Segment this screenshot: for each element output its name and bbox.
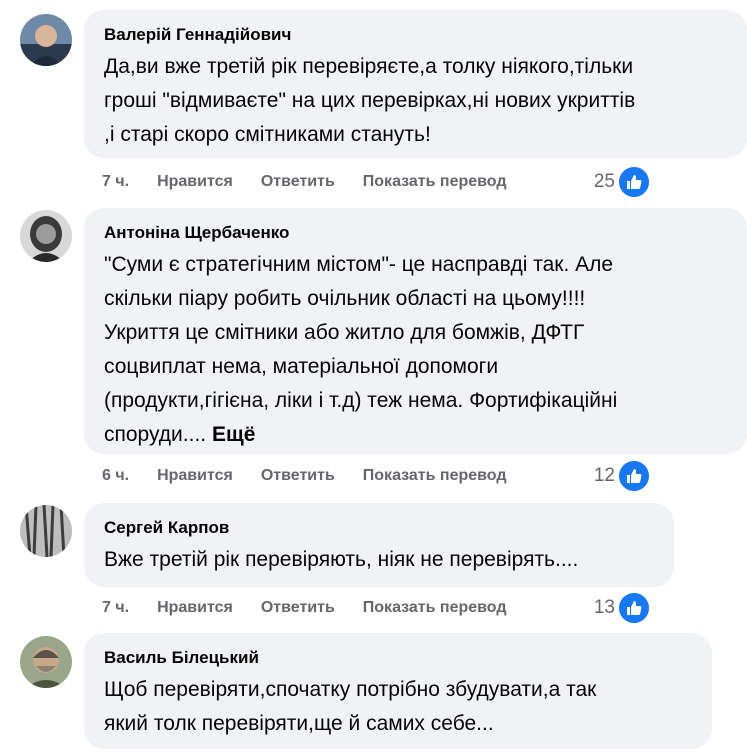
translate-button[interactable]: Показать перевод	[363, 599, 507, 617]
comment-actions: 7 ч. Нравится Ответить Показать перевод	[102, 596, 535, 620]
like-button[interactable]: Нравится	[157, 467, 233, 485]
reply-button[interactable]: Ответить	[261, 173, 335, 191]
reaction-number: 25	[593, 171, 615, 192]
thumbs-up-icon	[617, 591, 651, 625]
comment-time[interactable]: 7 ч.	[102, 599, 129, 617]
see-more-link[interactable]: Ещё	[212, 423, 255, 446]
comment-time[interactable]: 6 ч.	[102, 467, 129, 485]
avatar[interactable]	[20, 636, 72, 688]
comment-actions: 7 ч. Нравится Ответить Показать перевод	[102, 170, 535, 194]
reaction-count[interactable]: 12	[593, 459, 651, 493]
reaction-number: 12	[593, 465, 615, 486]
avatar[interactable]	[20, 14, 72, 66]
comment-author[interactable]: Антоніна Щербаченко	[104, 222, 729, 244]
avatar[interactable]	[20, 210, 72, 262]
comment-text: "Суми є стратегічним містом"- це насправ…	[104, 248, 729, 452]
comment-text: Щоб перевіряти,спочатку потрібно збудува…	[104, 678, 597, 735]
translate-button[interactable]: Показать перевод	[363, 173, 507, 191]
reaction-count[interactable]: 25	[593, 165, 651, 199]
like-button[interactable]: Нравится	[157, 599, 233, 617]
comment-author[interactable]: Валерій Геннадійович	[104, 24, 729, 46]
comment-author[interactable]: Василь Білецький	[104, 647, 694, 669]
reaction-count[interactable]: 13	[593, 591, 651, 625]
thumbs-up-icon	[617, 459, 651, 493]
comment-time[interactable]: 7 ч.	[102, 173, 129, 191]
comment-bubble: Василь Білецький Щоб перевіряти,спочатку…	[84, 633, 712, 749]
comment-bubble: Валерій Геннадійович Да,ви вже третій рі…	[84, 10, 747, 158]
like-button[interactable]: Нравится	[157, 173, 233, 191]
comment-text: Да,ви вже третій рік перевіряєте,а толку…	[104, 55, 636, 146]
reaction-number: 13	[593, 597, 615, 618]
comment-bubble: Антоніна Щербаченко "Суми є стратегічним…	[84, 208, 747, 454]
reply-button[interactable]: Ответить	[261, 467, 335, 485]
comment-bubble: Сергей Карпов Вже третій рік перевіряють…	[84, 503, 674, 587]
avatar[interactable]	[20, 505, 72, 557]
comment-author[interactable]: Сергей Карпов	[104, 517, 656, 539]
thumbs-up-icon	[617, 165, 651, 199]
comment-text-body: "Суми є стратегічним містом"- це насправ…	[104, 253, 618, 446]
translate-button[interactable]: Показать перевод	[363, 467, 507, 485]
reply-button[interactable]: Ответить	[261, 599, 335, 617]
comment-text: Вже третій рік перевіряють, ніяк не пере…	[104, 548, 579, 571]
comment-actions: 6 ч. Нравится Ответить Показать перевод	[102, 464, 535, 488]
